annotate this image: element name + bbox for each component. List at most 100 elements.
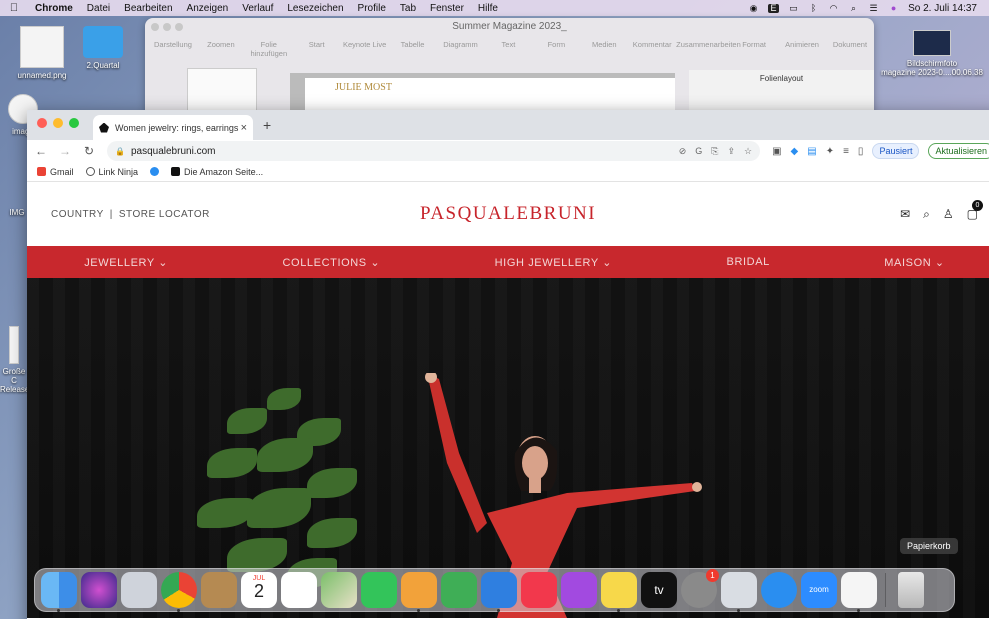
desktop-file-release[interactable]: Große C Release <box>0 326 29 394</box>
record-icon[interactable]: ◉ <box>748 3 759 13</box>
menu-tab[interactable]: Tab <box>393 3 423 14</box>
maps-icon[interactable] <box>321 572 357 608</box>
side-panel-icon[interactable]: ▯ <box>858 146 864 157</box>
trash-icon[interactable] <box>898 572 924 608</box>
back-arrow-icon[interactable]: ← <box>35 144 47 158</box>
chrome-window[interactable]: Women jewelry: rings, earrings × + ← → ↻… <box>27 110 989 619</box>
chrome-icon[interactable] <box>161 572 197 612</box>
store-locator-link[interactable]: STORE LOCATOR <box>119 209 210 220</box>
nav-high-jewellery[interactable]: HIGH JEWELLERY ⌄ <box>495 256 612 269</box>
nav-collections[interactable]: COLLECTIONS ⌄ <box>283 256 381 269</box>
bookmark-star-icon[interactable]: ☆ <box>744 146 752 157</box>
forward-arrow-icon[interactable]: → <box>59 144 71 158</box>
google-lens-icon[interactable]: G <box>695 146 702 157</box>
keynote-tool-table[interactable]: Tabelle <box>389 40 437 58</box>
extension-icon-3[interactable]: ▤ <box>807 146 816 157</box>
zoom-icon[interactable]: zoom <box>801 572 837 608</box>
keynote-tool-view[interactable]: Darstellung <box>149 40 197 58</box>
browser-tab-active[interactable]: Women jewelry: rings, earrings × <box>93 115 253 140</box>
launchpad-icon[interactable] <box>121 572 157 608</box>
close-window-button[interactable] <box>37 118 47 128</box>
bookmark-gmail[interactable]: Gmail <box>37 167 74 177</box>
nav-jewellery[interactable]: JEWELLERY ⌄ <box>84 256 168 269</box>
blocked-popup-icon[interactable]: ⊘ <box>679 146 687 157</box>
menu-fenster[interactable]: Fenster <box>423 3 471 14</box>
menu-lesezeichen[interactable]: Lesezeichen <box>280 3 350 14</box>
keynote-window[interactable]: Summer Magazine 2023_ Darstellung Zoomen… <box>145 18 874 118</box>
zoom-window-button[interactable] <box>69 118 79 128</box>
keynote-tool-shape[interactable]: Form <box>532 40 580 58</box>
spotlight-search-icon[interactable]: ⌕ <box>848 3 859 13</box>
keynote-tool-animate[interactable]: Animieren <box>778 40 826 58</box>
nav-maison[interactable]: MAISON ⌄ <box>884 256 944 269</box>
url-text[interactable]: pasqualebruni.com <box>131 146 216 157</box>
preview-icon[interactable] <box>721 572 757 612</box>
keynote-tool-media[interactable]: Medien <box>580 40 628 58</box>
system-settings-icon[interactable]: 1 <box>681 569 719 608</box>
pages-icon[interactable] <box>401 572 437 612</box>
extensions-puzzle-icon[interactable]: ✦ <box>826 146 834 157</box>
extension-icon-1[interactable]: ▣ <box>772 146 781 157</box>
keynote-tool-chart[interactable]: Diagramm <box>437 40 485 58</box>
keynote-tool-comment[interactable]: Kommentar <box>628 40 676 58</box>
desktop-file-screenshot[interactable]: Bildschirmfoto magazine 2023-0....00.06.… <box>876 30 988 77</box>
menu-verlauf[interactable]: Verlauf <box>235 3 280 14</box>
notes-icon[interactable] <box>601 572 637 612</box>
menu-profile[interactable]: Profile <box>351 3 393 14</box>
profile-button[interactable]: Pausiert <box>872 143 920 159</box>
podcasts-icon[interactable] <box>561 572 597 608</box>
music-icon[interactable] <box>521 572 557 608</box>
numbers-icon[interactable] <box>441 572 477 608</box>
keynote-tool-zoom[interactable]: Zoomen <box>197 40 245 58</box>
reload-icon[interactable]: ↻ <box>83 144 95 158</box>
nav-bridal[interactable]: BRIDAL <box>727 256 770 268</box>
extension-icon-2[interactable]: ◆ <box>791 146 799 157</box>
finder-icon[interactable] <box>41 572 77 612</box>
close-tab-icon[interactable]: × <box>241 122 247 134</box>
textedit-icon[interactable] <box>841 572 877 612</box>
country-selector[interactable]: COUNTRY <box>51 209 104 220</box>
menu-bearbeiten[interactable]: Bearbeiten <box>117 3 179 14</box>
bookmark-blue-site[interactable] <box>150 167 160 176</box>
menu-anzeigen[interactable]: Anzeigen <box>180 3 236 14</box>
menu-hilfe[interactable]: Hilfe <box>471 3 505 14</box>
keynote-tool-collaborate[interactable]: Zusammenarbeiten <box>676 40 741 58</box>
shopping-bag-icon[interactable]: ▢ 0 <box>967 200 983 221</box>
new-tab-button[interactable]: + <box>263 117 271 133</box>
brand-logo[interactable]: PASQUALEBRUNI <box>420 203 596 225</box>
keynote-tool-play[interactable]: Start <box>293 40 341 58</box>
lock-icon[interactable]: 🔒 <box>115 147 125 156</box>
keynote-tool-document[interactable]: Dokument <box>826 40 874 58</box>
update-button[interactable]: Aktualisieren <box>928 143 989 159</box>
hero-image[interactable] <box>27 278 989 618</box>
calendar-icon[interactable]: JUL 2 <box>241 572 277 608</box>
desktop-file-unnamed[interactable]: unnamed.png <box>6 26 78 80</box>
keynote-icon[interactable] <box>481 572 517 612</box>
contacts-icon[interactable] <box>201 572 237 608</box>
translate-icon[interactable]: ⎘ <box>711 146 718 157</box>
reading-list-icon[interactable]: ≡ <box>843 146 849 157</box>
keynote-tool-add-slide[interactable]: Folie hinzufügen <box>245 40 293 58</box>
menu-app-name[interactable]: Chrome <box>28 3 80 14</box>
keynote-tool-format[interactable]: Format <box>730 40 778 58</box>
search-icon[interactable]: ⌕ <box>923 207 930 222</box>
keynote-tool-text[interactable]: Text <box>484 40 532 58</box>
desktop-folder-2-quartal[interactable]: 2.Quartal <box>78 26 128 70</box>
apple-menu-icon[interactable]:  <box>0 2 28 14</box>
apple-tv-icon[interactable]: tv <box>641 572 677 608</box>
reminders-icon[interactable] <box>281 572 317 608</box>
address-bar[interactable]: 🔒 pasqualebruni.com ⊘ G ⎘ ⇪ ☆ <box>107 141 761 161</box>
bluetooth-icon[interactable]: ᛒ <box>808 3 819 13</box>
wifi-icon[interactable]: ◠ <box>828 3 839 13</box>
control-center-icon[interactable]: ☰ <box>868 3 879 13</box>
siri-icon[interactable] <box>81 572 117 608</box>
minimize-window-button[interactable] <box>53 118 63 128</box>
keynote-tool-live[interactable]: Keynote Live <box>341 40 389 58</box>
share-icon[interactable]: ⇪ <box>727 146 735 157</box>
facetime-icon[interactable] <box>361 572 397 608</box>
account-icon[interactable]: ♙ <box>943 207 954 221</box>
safari-icon[interactable] <box>761 572 797 608</box>
siri-icon[interactable]: ● <box>888 3 899 13</box>
bookmark-amazon[interactable]: Die Amazon Seite... <box>171 167 263 177</box>
menu-clock[interactable]: So 2. Juli 14:37 <box>908 3 977 14</box>
